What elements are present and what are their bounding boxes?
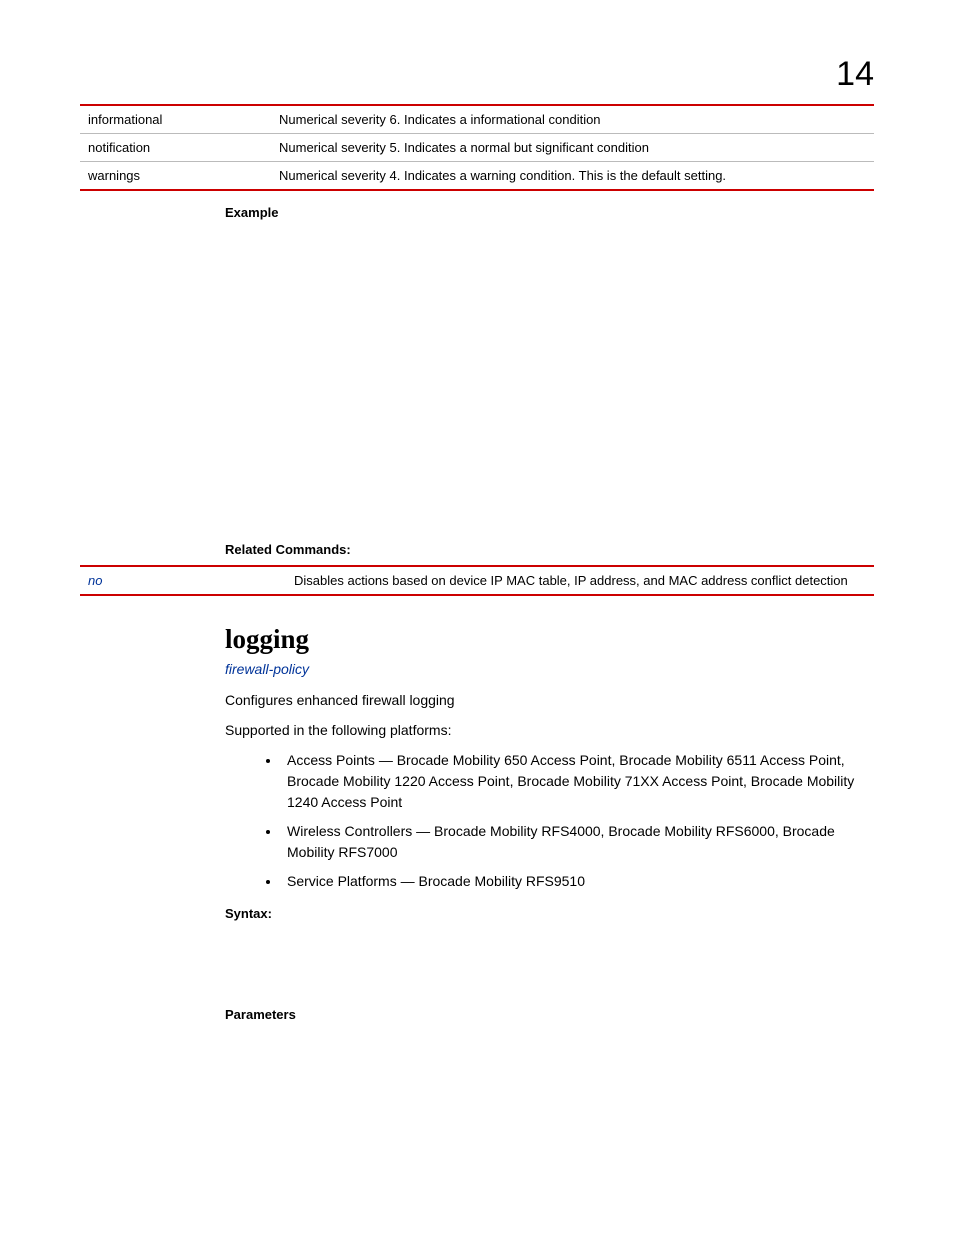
spacer [80, 228, 874, 528]
example-section: Example [225, 205, 874, 220]
related-commands-section: Related Commands: [225, 542, 874, 557]
severity-desc: Numerical severity 6. Indicates a inform… [271, 105, 874, 134]
severity-name: informational [80, 105, 271, 134]
syntax-label: Syntax: [225, 906, 874, 921]
logging-section: logging firewall-policy Configures enhan… [225, 624, 874, 1022]
table-row: no Disables actions based on device IP M… [80, 566, 874, 595]
table-row: notification Numerical severity 5. Indic… [80, 134, 874, 162]
severity-desc: Numerical severity 4. Indicates a warnin… [271, 162, 874, 191]
parameters-label: Parameters [225, 1007, 874, 1022]
severity-name: warnings [80, 162, 271, 191]
chapter-number: 14 [80, 55, 874, 94]
related-command-name: no [80, 566, 286, 595]
list-item: Access Points — Brocade Mobility 650 Acc… [281, 750, 874, 813]
page: 14 informational Numerical severity 6. I… [0, 0, 954, 1235]
example-label: Example [225, 205, 874, 220]
spacer [225, 929, 874, 993]
table-row: informational Numerical severity 6. Indi… [80, 105, 874, 134]
section-intro: Configures enhanced firewall logging [225, 691, 874, 711]
related-command-desc: Disables actions based on device IP MAC … [286, 566, 874, 595]
severity-desc: Numerical severity 5. Indicates a normal… [271, 134, 874, 162]
severity-name: notification [80, 134, 271, 162]
policy-link: firewall-policy [225, 661, 874, 677]
section-heading: logging [225, 624, 874, 655]
supported-label: Supported in the following platforms: [225, 721, 874, 741]
table-row: warnings Numerical severity 4. Indicates… [80, 162, 874, 191]
platforms-list: Access Points — Brocade Mobility 650 Acc… [225, 750, 874, 892]
related-commands-table: no Disables actions based on device IP M… [80, 565, 874, 596]
severity-table: informational Numerical severity 6. Indi… [80, 104, 874, 191]
related-commands-label: Related Commands: [225, 542, 874, 557]
list-item: Wireless Controllers — Brocade Mobility … [281, 821, 874, 863]
list-item: Service Platforms — Brocade Mobility RFS… [281, 871, 874, 892]
